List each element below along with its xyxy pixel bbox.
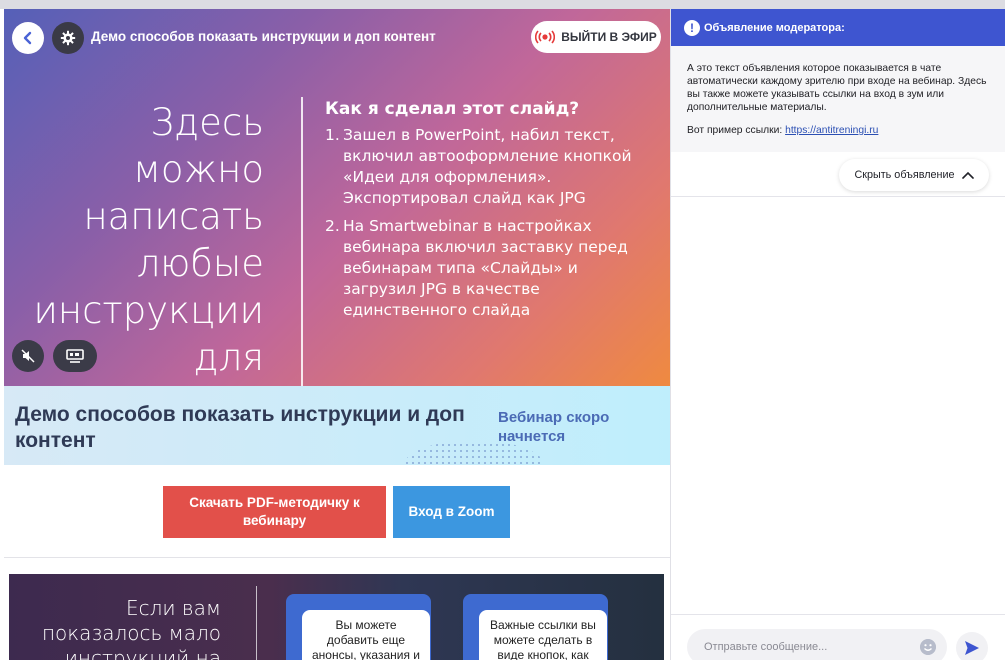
- webinar-app: Демо способов показать инструкции и доп …: [0, 0, 1005, 660]
- go-live-label: ВЫЙТИ В ЭФИР: [561, 30, 657, 44]
- announcement-body: А это текст объявления которое показывае…: [671, 46, 1005, 152]
- banner-title: Демо способов показать инструкции и доп …: [15, 403, 465, 452]
- settings-button[interactable]: [52, 22, 84, 54]
- slide-instructions-heading: Здесь можно написать любые инструкции дл…: [33, 101, 265, 386]
- screen-layout-icon: [66, 349, 84, 363]
- chevron-left-icon: [23, 31, 32, 45]
- send-icon: [965, 641, 979, 655]
- section-divider: [4, 557, 670, 558]
- download-pdf-button[interactable]: Скачать PDF-методичку к вебинару: [163, 486, 386, 538]
- slide-step: 1. Зашел в PowerPoint, набил текст, вклю…: [325, 125, 645, 209]
- announcement-link-prefix: Вот пример ссылки:: [687, 125, 783, 136]
- slide-divider: [301, 97, 303, 386]
- webinar-banner: Демо способов показать инструкции и доп …: [4, 386, 670, 465]
- composer-separator: [671, 614, 1005, 615]
- broadcast-slide: Демо способов показать инструкции и доп …: [4, 9, 670, 386]
- hide-announcement-button[interactable]: Скрыть объявление: [839, 159, 989, 191]
- step-number: 2.: [325, 217, 340, 235]
- mute-button[interactable]: [12, 340, 44, 372]
- chat-panel: ! Объявление модератора: А это текст объ…: [670, 9, 1005, 660]
- info-card: Вы можете добавить еще анонсы, указания …: [286, 594, 431, 660]
- additional-slide-divider: [256, 586, 257, 660]
- slide-howto-block: Как я сделал этот слайд? 1. Зашел в Powe…: [325, 99, 645, 328]
- back-button[interactable]: [12, 22, 44, 54]
- announcement-title: Объявление модератора:: [704, 21, 845, 34]
- chat-messages[interactable]: [671, 197, 1005, 614]
- slide-step: 2. На Smartwebinar в настройках вебинара…: [325, 216, 645, 321]
- info-card-text: Важные ссылки вы можете сделать в виде к…: [479, 610, 607, 660]
- additional-slide: Если вам показалось мало инструкций на В…: [9, 574, 664, 660]
- banner-status: Вебинар скоро начнется: [498, 409, 610, 445]
- step-number: 1.: [325, 126, 340, 144]
- send-button[interactable]: [956, 632, 988, 660]
- message-input[interactable]: [687, 629, 947, 660]
- go-live-button[interactable]: ВЫЙТИ В ЭФИР: [531, 21, 661, 53]
- broadcast-icon: [535, 30, 556, 44]
- screen-layout-button[interactable]: [53, 340, 97, 372]
- announcement-link-line: Вот пример ссылки: https://antitreningi.…: [687, 124, 992, 137]
- announcement-header: ! Объявление модератора:: [671, 9, 1005, 46]
- alert-icon: !: [684, 19, 700, 36]
- stream-title: Демо способов показать инструкции и доп …: [91, 29, 436, 44]
- announcement-link[interactable]: https://antitreningi.ru: [785, 125, 878, 136]
- gear-icon: [60, 30, 76, 46]
- chevron-up-icon: [961, 171, 974, 179]
- additional-slide-text: Если вам показалось мало инструкций на: [41, 596, 221, 660]
- emoji-icon[interactable]: [920, 639, 936, 655]
- broadcast-panel: Демо способов показать инструкции и доп …: [0, 9, 670, 660]
- hide-announcement-label: Скрыть объявление: [854, 169, 955, 181]
- announcement-text: А это текст объявления которое показывае…: [687, 63, 987, 113]
- info-card-text: Вы можете добавить еще анонсы, указания …: [302, 610, 430, 660]
- info-card: Важные ссылки вы можете сделать в виде к…: [463, 594, 608, 660]
- step-text: Зашел в PowerPoint, набил текст, включил…: [343, 126, 632, 207]
- zoom-join-button[interactable]: Вход в Zoom: [393, 486, 510, 538]
- step-text: На Smartwebinar в настройках вебинара вк…: [343, 217, 628, 319]
- slide-steps-list: 1. Зашел в PowerPoint, набил текст, вклю…: [325, 125, 645, 321]
- speaker-muted-icon: [21, 349, 35, 363]
- slide-howto-title: Как я сделал этот слайд?: [325, 99, 580, 119]
- browser-top-edge: [0, 0, 1005, 9]
